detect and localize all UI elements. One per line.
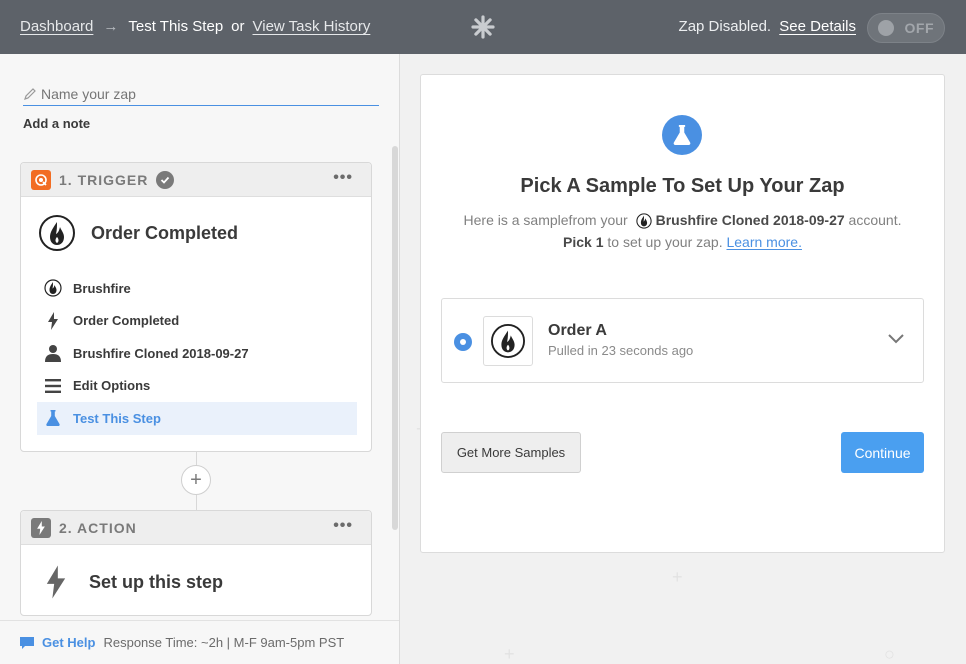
brushfire-logo-icon	[483, 316, 533, 366]
zap-status: Zap Disabled. See Details	[679, 18, 856, 35]
zap-status-text: Zap Disabled.	[678, 18, 772, 35]
trigger-badge-icon	[31, 169, 51, 190]
trigger-event-label: Order Completed	[91, 222, 239, 243]
action-card-header[interactable]: 2. ACTION •••	[21, 511, 371, 545]
substep-edit-options[interactable]: Edit Options	[37, 370, 357, 403]
flask-icon	[662, 115, 702, 155]
sample-pulled-time: Pulled in 23 seconds ago	[548, 343, 694, 358]
trigger-menu-icon[interactable]: •••	[333, 169, 353, 187]
flask-icon	[43, 408, 63, 428]
account-name: Brushfire Cloned 2018-09-27	[655, 212, 845, 228]
brushfire-icon	[43, 278, 63, 298]
substep-account-label: Brushfire Cloned 2018-09-27	[73, 345, 249, 361]
user-icon	[43, 343, 63, 363]
sample-picker-panel: Pick A Sample To Set Up Your Zap Here is…	[420, 74, 945, 553]
brushfire-logo-icon	[39, 215, 75, 251]
see-details-link[interactable]: See Details	[779, 18, 856, 35]
substep-app-label: Brushfire	[73, 280, 131, 296]
desc-suffix: account.	[848, 212, 902, 228]
breadcrumb-arrow: →	[103, 18, 119, 35]
top-bar: Dashboard → Test This Step or View Task …	[0, 0, 966, 54]
bolt-icon	[43, 311, 63, 331]
action-setup[interactable]: Set up this step	[45, 565, 223, 599]
toggle-label: OFF	[904, 20, 934, 36]
check-icon	[156, 170, 175, 189]
add-note-link[interactable]: Add a note	[23, 116, 90, 131]
trigger-step-card: 1. TRIGGER ••• Order Completed Brushfire	[20, 162, 372, 452]
dashboard-link[interactable]: Dashboard	[20, 18, 93, 35]
pencil-icon	[24, 87, 36, 100]
substep-event[interactable]: Order Completed	[37, 305, 357, 338]
response-time-text: Response Time: ~2h | M-F 9am-5pm PST	[103, 635, 345, 650]
zapier-logo-icon[interactable]	[471, 15, 495, 39]
zap-name-input[interactable]	[41, 85, 361, 102]
get-help-link[interactable]: Get Help	[42, 635, 95, 650]
zap-name-field[interactable]	[23, 82, 379, 106]
zap-editor-sidebar: Add a note 1. TRIGGER ••• Order Complete…	[0, 54, 400, 664]
breadcrumb-or: or	[231, 18, 245, 35]
trigger-card-header[interactable]: 1. TRIGGER •••	[21, 163, 371, 197]
chevron-down-icon[interactable]	[887, 333, 905, 345]
sample-option[interactable]: Order A Pulled in 23 seconds ago	[441, 298, 924, 383]
substep-app[interactable]: Brushfire	[37, 272, 357, 305]
sidebar-scrollbar[interactable]	[392, 146, 398, 530]
view-task-history-link[interactable]: View Task History	[253, 18, 371, 35]
substep-event-label: Order Completed	[73, 313, 180, 329]
step-connector	[196, 495, 197, 510]
action-step-card: 2. ACTION ••• Set up this step	[20, 510, 372, 616]
action-step-title: 2. ACTION	[59, 519, 137, 536]
get-more-samples-button[interactable]: Get More Samples	[441, 432, 581, 473]
bolt-icon	[46, 565, 66, 599]
step-connector	[196, 452, 197, 465]
current-step-label: Test This Step	[128, 18, 224, 35]
desc-prefix: Here is a samplefrom your	[463, 212, 628, 228]
sample-description: Here is a samplefrom your Brushfire Clon…	[421, 209, 944, 253]
add-step-button[interactable]: +	[181, 465, 211, 495]
substep-test-step-label: Test This Step	[73, 410, 161, 426]
help-bar: Get Help Response Time: ~2h | M-F 9am-5p…	[0, 620, 399, 664]
substep-test-step[interactable]: Test This Step	[37, 402, 357, 435]
sample-name: Order A	[548, 322, 607, 339]
brushfire-icon	[635, 213, 652, 229]
substep-edit-options-label: Edit Options	[73, 378, 151, 394]
action-setup-label: Set up this step	[89, 571, 224, 592]
learn-more-link[interactable]: Learn more.	[726, 234, 801, 250]
trigger-step-title: 1. TRIGGER	[59, 171, 149, 188]
page-title: Pick A Sample To Set Up Your Zap	[520, 175, 845, 197]
zap-on-off-toggle[interactable]: OFF	[867, 13, 945, 43]
background-circle-icon: ○	[884, 644, 895, 664]
action-menu-icon[interactable]: •••	[333, 517, 353, 535]
breadcrumb: Dashboard → Test This Step or View Task …	[20, 18, 370, 35]
main-area: + + + ○ Pick A Sample To Set Up Your Zap…	[400, 54, 966, 664]
trigger-substeps: Brushfire Order Completed Brushfire Clon…	[37, 272, 357, 435]
lines-icon	[43, 376, 63, 396]
toggle-knob	[878, 20, 894, 36]
continue-button[interactable]: Continue	[841, 432, 924, 473]
background-plus-icon: +	[672, 567, 683, 587]
chat-icon	[20, 636, 34, 649]
trigger-app-event[interactable]: Order Completed	[39, 215, 238, 251]
pick-count: Pick 1	[563, 234, 604, 250]
substep-account[interactable]: Brushfire Cloned 2018-09-27	[37, 337, 357, 370]
sample-radio[interactable]	[454, 333, 472, 351]
background-plus-icon: +	[504, 644, 515, 664]
action-badge-icon	[31, 517, 51, 538]
pick-rest: to set up your zap.	[607, 234, 723, 250]
